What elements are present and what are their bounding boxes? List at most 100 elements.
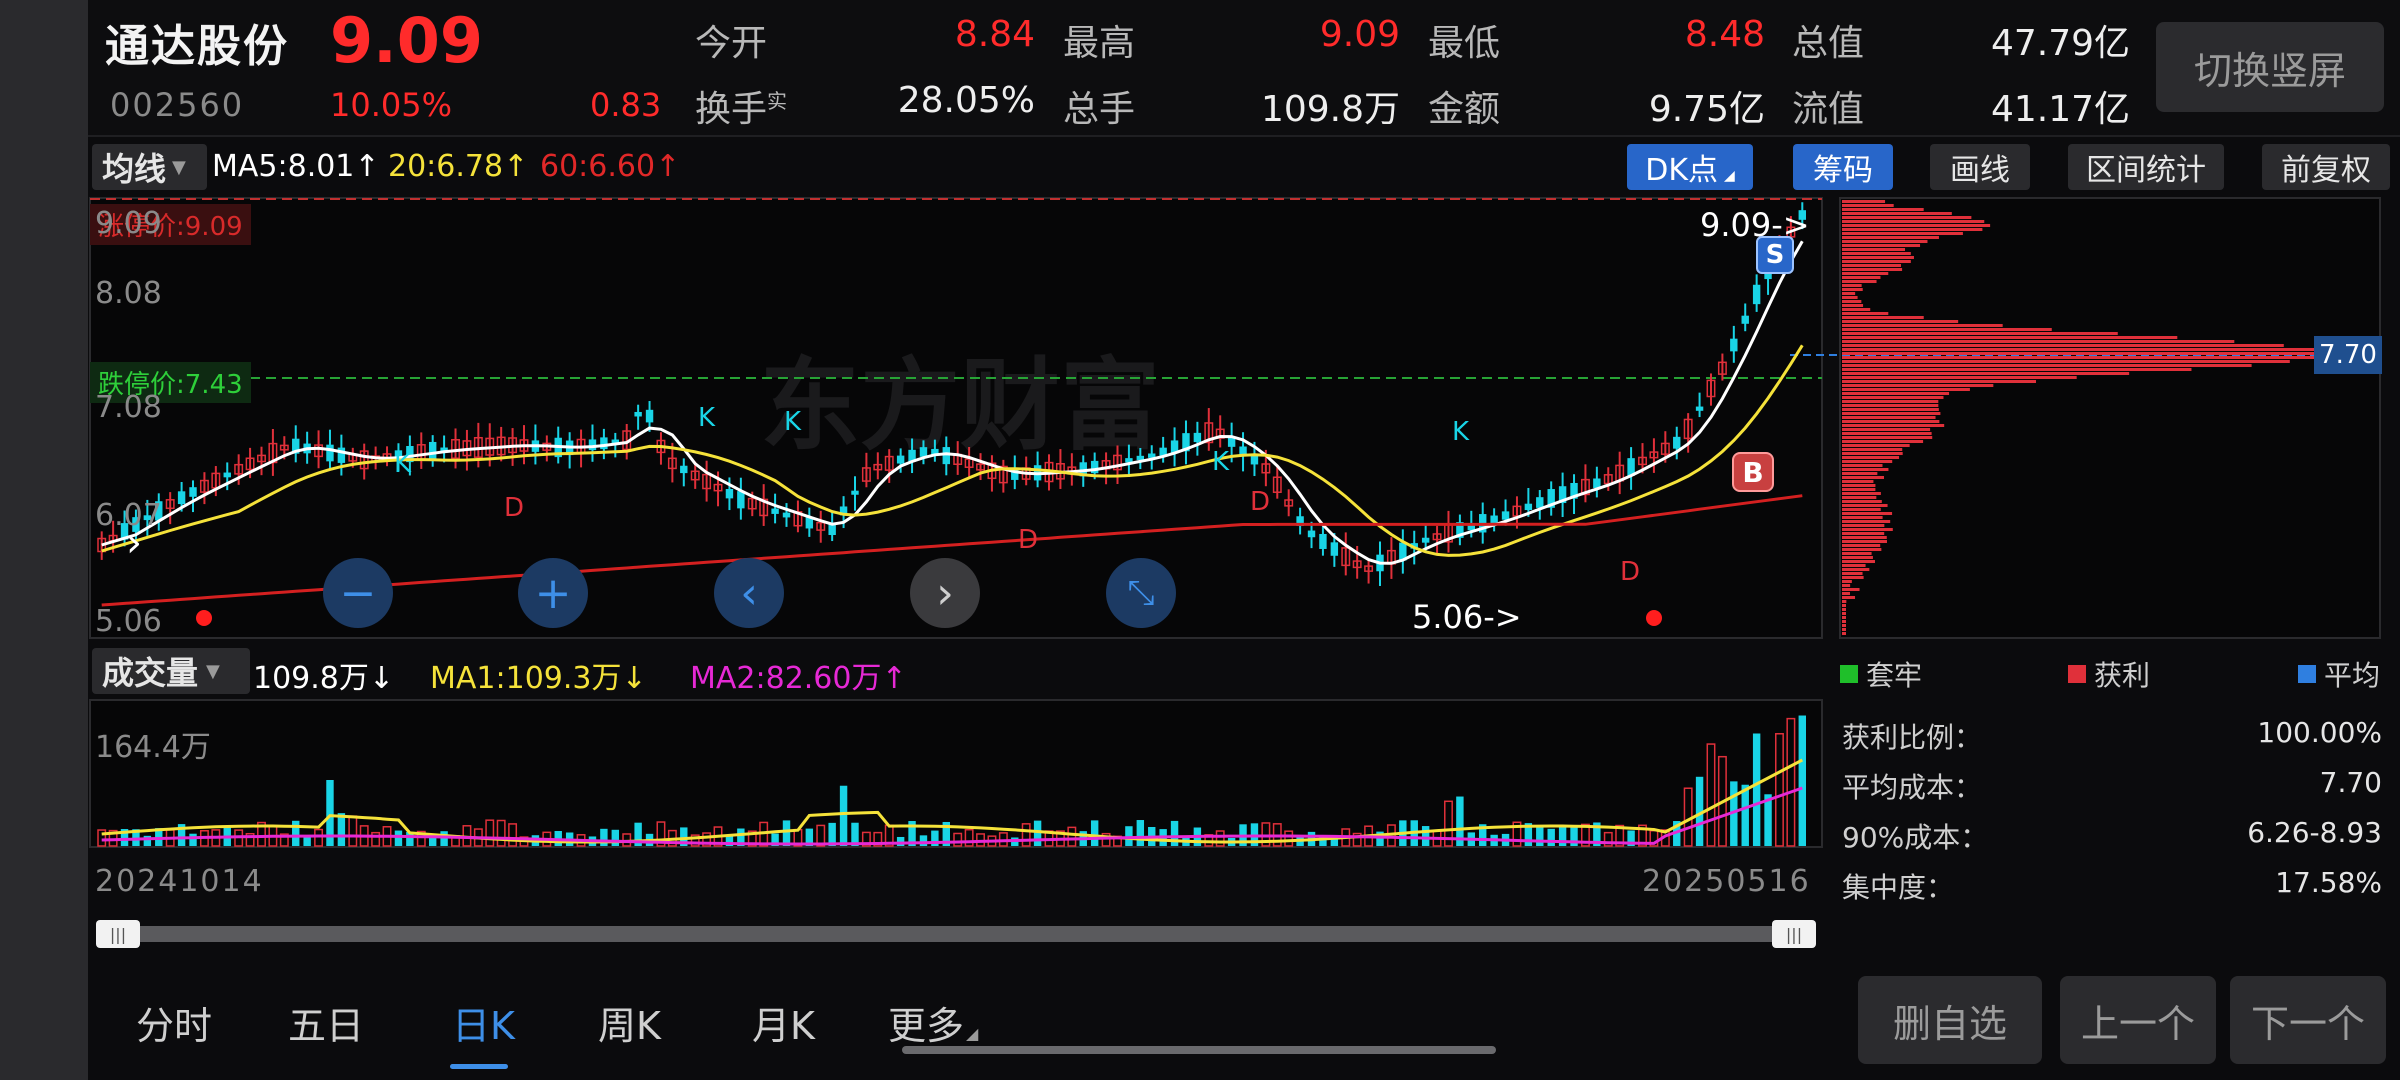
volume-bar	[303, 836, 311, 846]
move-left-button[interactable]: ‹	[714, 558, 784, 628]
chevron-left-icon: ‹	[740, 567, 758, 619]
volume-bar	[1752, 733, 1761, 846]
chip-bar	[1842, 540, 1887, 543]
chip-bar	[1842, 484, 1876, 487]
chip-bar	[1842, 624, 1846, 627]
chip-bar	[1842, 304, 1864, 307]
chip-bar	[1842, 548, 1882, 551]
chip-bar	[1842, 332, 2118, 335]
legend-average: 平均	[2298, 654, 2380, 694]
tab-more-label: 更多	[888, 1004, 965, 1048]
chip-bar	[1842, 412, 1941, 415]
move-right-button[interactable]: ›	[910, 558, 980, 628]
chip-bar	[1842, 392, 1950, 395]
volume-bar	[1136, 820, 1145, 846]
minus-icon: −	[339, 567, 377, 619]
sell-signal[interactable]: S	[1756, 236, 1794, 274]
tab-daily-k[interactable]: 日K	[452, 995, 515, 1050]
zoom-in-button[interactable]: +	[518, 558, 588, 628]
profit-ratio-label: 获利比例：	[1842, 721, 1983, 754]
candle-body	[645, 409, 654, 423]
chip-bar	[1842, 444, 1910, 447]
chip-bar	[1842, 564, 1866, 567]
chip-bar	[1842, 404, 1939, 407]
tab-monthly-k[interactable]: 月K	[752, 995, 815, 1050]
chip-bar	[1842, 504, 1888, 507]
chip-bar	[1842, 616, 1846, 619]
candle-body	[782, 512, 791, 518]
range-slider-right-handle[interactable]: |||	[1772, 920, 1816, 948]
volume-indicator-select[interactable]: 成交量 ▼	[92, 648, 250, 694]
range-slider-left-handle[interactable]: |||	[96, 920, 140, 948]
chip-bar	[1842, 260, 1911, 263]
corner-triangle-icon: ◢	[966, 1024, 979, 1043]
tab-five-day[interactable]: 五日	[288, 995, 364, 1050]
tab-weekly-k[interactable]: 周K	[598, 995, 661, 1050]
chip-bar	[1842, 364, 2252, 367]
tab-more[interactable]: 更多 ◢	[888, 995, 978, 1050]
buy-signal[interactable]: B	[1732, 452, 1774, 492]
red-dot-marker	[196, 610, 212, 626]
profit-ratio-value: 100.00%	[2257, 716, 2382, 749]
vol-ma1-arrow-down-icon: ↓	[621, 661, 647, 696]
volume-bar	[782, 820, 791, 846]
vol-ma1-readout: MA1:109.3万↓	[430, 653, 647, 697]
candle-body	[1421, 537, 1430, 543]
chip-bar	[1842, 324, 2003, 327]
tab-intraday[interactable]: 分时	[136, 995, 212, 1050]
chip-bar	[1842, 480, 1874, 483]
vol-ma1-value: MA1:109.3万	[430, 661, 622, 696]
chip-bar	[1842, 384, 1994, 387]
chip-bar	[1842, 368, 2192, 371]
volume-bar	[1090, 820, 1099, 846]
chip-bar	[1842, 264, 1901, 267]
chip-bar	[1842, 340, 2235, 343]
volume-indicator-label: 成交量	[102, 654, 199, 692]
chip-bar	[1842, 296, 1858, 299]
chip-bar	[1842, 212, 1952, 215]
chip-bar	[1842, 592, 1850, 595]
previous-button[interactable]: 上一个	[2060, 976, 2216, 1064]
chip-bar	[1842, 452, 1903, 455]
y-label-2: 8.08	[95, 276, 162, 311]
candle-body	[1730, 338, 1738, 352]
cost90-label: 90%成本：	[1842, 821, 1989, 854]
chip-bar	[1842, 544, 1881, 547]
candle-body	[1193, 432, 1202, 443]
candle-body	[177, 491, 186, 505]
chip-avg-tag: 7.70	[2314, 336, 2382, 374]
chip-bar	[1842, 604, 1846, 607]
chip-bar	[1842, 472, 1878, 475]
chip-bar	[1842, 588, 1860, 591]
candle-body	[725, 489, 734, 499]
candle-body	[896, 455, 905, 464]
cost90-value: 6.26-8.93	[2247, 816, 2382, 849]
chip-bar	[1842, 536, 1887, 539]
candle-body	[851, 490, 859, 495]
chip-bar	[1842, 244, 1921, 247]
volume-readout: 109.8万↓	[253, 653, 394, 697]
chip-bar	[1842, 256, 1914, 259]
chip-bar	[1842, 356, 2326, 359]
remove-watchlist-button[interactable]: 删自选	[1858, 976, 2042, 1064]
chip-bar	[1842, 476, 1885, 479]
range-slider-track[interactable]	[108, 926, 1808, 942]
next-button[interactable]: 下一个	[2230, 976, 2386, 1064]
k-marker: K	[394, 449, 412, 479]
chip-bar	[1842, 628, 1846, 631]
volume-bar	[1547, 828, 1555, 846]
zoom-out-button[interactable]: −	[323, 558, 393, 628]
watermark: 东方财富	[760, 347, 1160, 464]
chip-bar	[1842, 224, 1991, 227]
kline-chart[interactable]: 东方财富 KK KKKDDDD	[0, 0, 2400, 1080]
collapse-button[interactable]: ⤡	[1106, 558, 1176, 628]
candle-body	[680, 465, 688, 474]
chip-bar	[1842, 236, 1939, 239]
chip-bar	[1842, 512, 1893, 515]
chevron-right-icon[interactable]: ›	[126, 520, 142, 566]
home-indicator[interactable]	[902, 1046, 1496, 1054]
k-marker: K	[1212, 447, 1230, 477]
chip-bar	[1842, 248, 1906, 251]
chip-bar	[1842, 352, 2338, 355]
chip-bar	[1842, 424, 1945, 427]
